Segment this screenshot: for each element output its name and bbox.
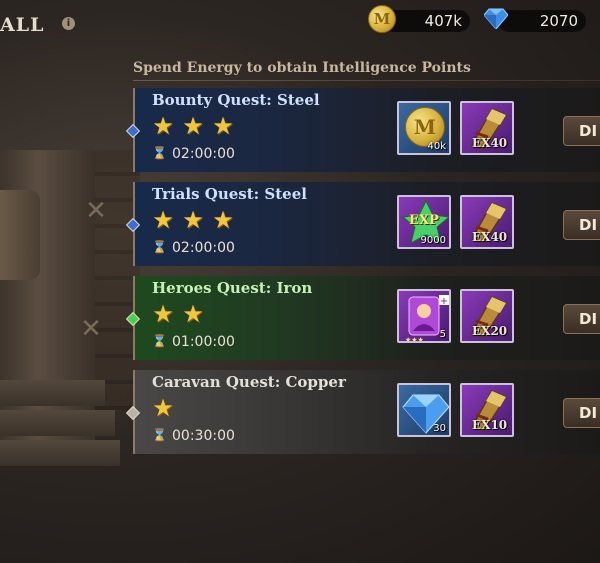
blue-gem-icon (484, 8, 508, 29)
hourglass-icon: ⌛ (152, 428, 167, 442)
dispatch-button[interactable]: DI (563, 116, 600, 146)
quest-row: Trials Quest: Steel ★ ★ ★ ⌛ 02:00:00 EXP 9000 EX… (125, 182, 600, 266)
hourglass-icon: ⌛ (152, 146, 167, 160)
background-step (0, 380, 105, 406)
quest-duration: 02:00:00 (172, 146, 235, 162)
star-icon: ★ (152, 206, 174, 234)
reward-label: EX40 (472, 136, 508, 150)
quest-row: Bounty Quest: Steel ★ ★ ★ ⌛ 02:00:00 M 40k EX40 D… (125, 88, 600, 172)
gem-counter: 2070 (498, 10, 586, 32)
quest-subtitle: Spend Energy to obtain Intelligence Poin… (133, 60, 471, 76)
cross-decoration-icon: ✕ (80, 314, 102, 344)
quest-name: Trials Quest: Steel (152, 185, 307, 203)
reward-slot[interactable]: EX10 (460, 383, 514, 437)
reward-label: EX20 (472, 324, 508, 338)
quest-name: Bounty Quest: Steel (152, 91, 320, 109)
reward-count: 30 (433, 423, 446, 434)
cross-decoration-icon: ✕ (85, 196, 107, 226)
background-step (0, 440, 120, 466)
background-pillar-face (0, 190, 40, 280)
star-icon: ★ (152, 112, 174, 140)
hourglass-icon: ⌛ (152, 240, 167, 254)
star-icon: ★ (212, 112, 234, 140)
reward-slot[interactable]: EX40 (460, 101, 514, 155)
reward-label: EX40 (472, 230, 508, 244)
reward-slot[interactable]: + ★★★ 5 (397, 289, 451, 343)
reward-count: 9000 (420, 235, 446, 246)
reward-slot[interactable]: M 40k (397, 101, 451, 155)
reward-slot[interactable]: 30 (397, 383, 451, 437)
page-title: ALL (0, 14, 45, 36)
quest-duration: 00:30:00 (172, 428, 235, 444)
star-icon: ★ (182, 300, 204, 328)
star-icon: ★ (212, 206, 234, 234)
quest-name: Caravan Quest: Copper (152, 373, 346, 391)
dispatch-button[interactable]: DI (563, 210, 600, 240)
svg-text:+: + (440, 296, 448, 307)
star-icon: ★ (182, 206, 204, 234)
quest-name: Heroes Quest: Iron (152, 279, 313, 297)
quest-row: Caravan Quest: Copper ★ ⌛ 00:30:00 30 EX10 DI (125, 370, 600, 454)
reward-slot[interactable]: EX20 (460, 289, 514, 343)
quest-row: Heroes Quest: Iron ★ ★ ⌛ 01:00:00 + ★★★ 5 EX20 DI (125, 276, 600, 360)
background-step (0, 410, 115, 436)
gold-coin-icon: M (368, 5, 396, 33)
reward-label: EX10 (472, 418, 508, 432)
quest-stars: ★ ★ ★ (151, 208, 241, 232)
subtitle-divider (133, 80, 600, 81)
star-icon: ★ (182, 112, 204, 140)
reward-count: 5 (439, 329, 446, 340)
info-icon[interactable]: i (62, 17, 75, 30)
dispatch-button[interactable]: DI (563, 304, 600, 334)
hourglass-icon: ⌛ (152, 334, 167, 348)
star-icon: ★ (152, 300, 174, 328)
quest-duration: 01:00:00 (172, 334, 235, 350)
reward-slot[interactable]: EXP 9000 (397, 195, 451, 249)
quest-stars: ★ ★ ★ (151, 114, 241, 138)
star-icon: ★ (152, 394, 174, 422)
reward-slot[interactable]: EX40 (460, 195, 514, 249)
quest-stars: ★ ★ (151, 302, 211, 326)
svg-text:★★★: ★★★ (405, 336, 424, 343)
reward-count: 40k (427, 141, 446, 152)
quest-stars: ★ (151, 396, 181, 420)
dispatch-button[interactable]: DI (563, 398, 600, 428)
quest-duration: 02:00:00 (172, 240, 235, 256)
